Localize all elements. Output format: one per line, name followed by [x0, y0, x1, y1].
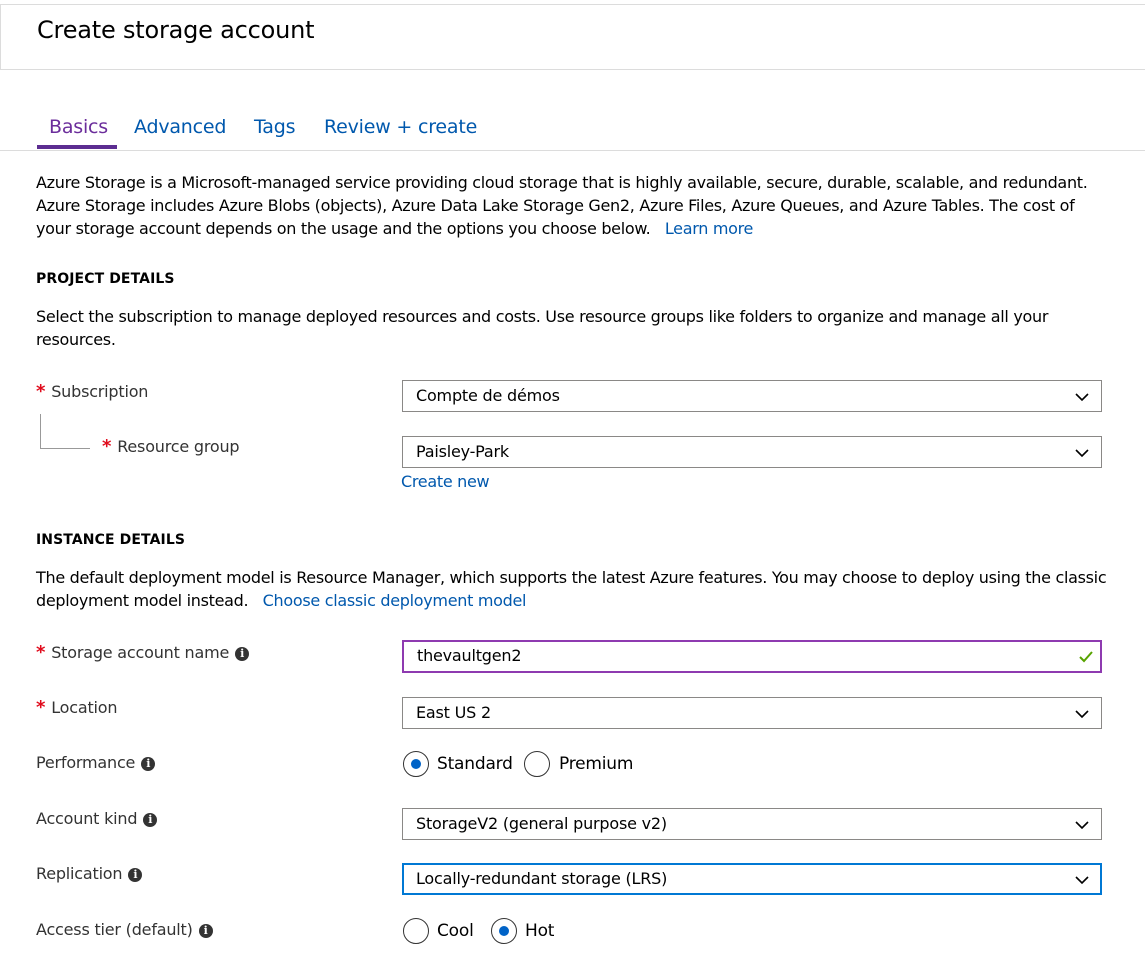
storage-account-name-value: thevaultgen2: [417, 646, 522, 665]
replication-value: Locally-redundant storage (LRS): [416, 869, 668, 888]
intro-line-1: Azure Storage is a Microsoft-managed ser…: [36, 173, 1088, 192]
project-desc-line-2: resources.: [36, 330, 116, 349]
info-icon[interactable]: i: [141, 756, 156, 771]
create-storage-account-page: Create storage account Basics Advanced T…: [0, 0, 1145, 960]
access-tier-hot-label[interactable]: Hot: [525, 921, 554, 941]
location-label: * Location: [36, 697, 117, 718]
tab-bar: Basics Advanced Tags Review + create: [0, 112, 1145, 151]
storage-account-name-label: * Storage account name i: [36, 642, 250, 663]
account-kind-label: Account kind i: [36, 809, 158, 828]
performance-label: Performance i: [36, 753, 156, 772]
intro-line-2: Azure Storage includes Azure Blobs (obje…: [36, 196, 1075, 215]
tree-connector: [40, 414, 90, 449]
access-tier-hot-radio[interactable]: [491, 918, 517, 944]
tab-basics[interactable]: Basics: [49, 116, 108, 138]
performance-standard-label[interactable]: Standard: [437, 754, 513, 774]
account-kind-dropdown[interactable]: StorageV2 (general purpose v2): [402, 808, 1102, 840]
replication-dropdown[interactable]: Locally-redundant storage (LRS): [402, 863, 1102, 895]
resource-group-label: * Resource group: [102, 436, 240, 457]
project-description: Select the subscription to manage deploy…: [36, 305, 1116, 351]
location-dropdown[interactable]: East US 2: [402, 697, 1102, 729]
instance-desc-line-1: The default deployment model is Resource…: [36, 568, 1107, 587]
required-asterisk: *: [36, 642, 46, 663]
performance-standard-radio[interactable]: [403, 751, 429, 777]
instance-desc-line-2-text: deployment model instead.: [36, 591, 249, 610]
performance-premium-radio[interactable]: [524, 751, 550, 777]
classic-deployment-link[interactable]: Choose classic deployment model: [263, 591, 527, 610]
chevron-down-icon: [1075, 393, 1089, 402]
performance-premium-label[interactable]: Premium: [559, 754, 633, 774]
create-new-link[interactable]: Create new: [401, 470, 490, 493]
required-asterisk: *: [36, 697, 46, 718]
replication-label-text: Replication: [36, 864, 123, 883]
resource-group-dropdown[interactable]: Paisley-Park: [402, 436, 1102, 468]
subscription-dropdown[interactable]: Compte de démos: [402, 380, 1102, 412]
access-tier-label-text: Access tier (default): [36, 920, 193, 939]
access-tier-label: Access tier (default) i: [36, 920, 213, 939]
chevron-down-icon: [1075, 821, 1089, 830]
subscription-label-text: Subscription: [51, 382, 149, 401]
replication-label: Replication i: [36, 864, 143, 883]
chevron-down-icon: [1075, 876, 1089, 885]
chevron-down-icon: [1075, 710, 1089, 719]
tab-review-create[interactable]: Review + create: [324, 116, 477, 138]
active-tab-indicator: [37, 145, 117, 149]
info-icon[interactable]: i: [128, 867, 143, 882]
page-title: Create storage account: [37, 16, 315, 44]
intro-line-3-text: your storage account depends on the usag…: [36, 219, 651, 238]
blade-header: Create storage account: [0, 4, 1145, 70]
access-tier-cool-radio[interactable]: [403, 918, 429, 944]
required-asterisk: *: [36, 381, 46, 402]
checkmark-icon: [1079, 651, 1093, 663]
instance-desc-line-2: deployment model instead. Choose classic…: [36, 589, 1116, 612]
performance-label-text: Performance: [36, 753, 136, 772]
instance-details-title: INSTANCE DETAILS: [36, 532, 186, 548]
info-icon[interactable]: i: [235, 646, 250, 661]
tab-advanced[interactable]: Advanced: [134, 116, 226, 138]
project-desc-line-1: Select the subscription to manage deploy…: [36, 307, 1049, 326]
required-asterisk: *: [102, 436, 112, 457]
storage-account-name-input[interactable]: thevaultgen2: [402, 640, 1102, 673]
resource-group-label-text: Resource group: [117, 437, 240, 456]
location-label-text: Location: [51, 698, 118, 717]
project-details-title: PROJECT DETAILS: [36, 271, 175, 287]
tab-tags[interactable]: Tags: [254, 116, 295, 138]
info-icon[interactable]: i: [198, 923, 213, 938]
account-kind-label-text: Account kind: [36, 809, 138, 828]
location-value: East US 2: [416, 703, 491, 722]
subscription-value: Compte de démos: [416, 386, 560, 405]
chevron-down-icon: [1075, 449, 1089, 458]
access-tier-cool-label[interactable]: Cool: [437, 921, 474, 941]
info-icon[interactable]: i: [143, 812, 158, 827]
resource-group-value: Paisley-Park: [416, 442, 509, 461]
learn-more-link[interactable]: Learn more: [665, 219, 754, 238]
storage-account-name-label-text: Storage account name: [51, 643, 230, 662]
subscription-label: * Subscription: [36, 381, 148, 402]
account-kind-value: StorageV2 (general purpose v2): [416, 814, 667, 833]
instance-description: The default deployment model is Resource…: [36, 566, 1116, 612]
intro-line-3: your storage account depends on the usag…: [36, 217, 1116, 240]
intro-paragraph: Azure Storage is a Microsoft-managed ser…: [36, 171, 1116, 240]
